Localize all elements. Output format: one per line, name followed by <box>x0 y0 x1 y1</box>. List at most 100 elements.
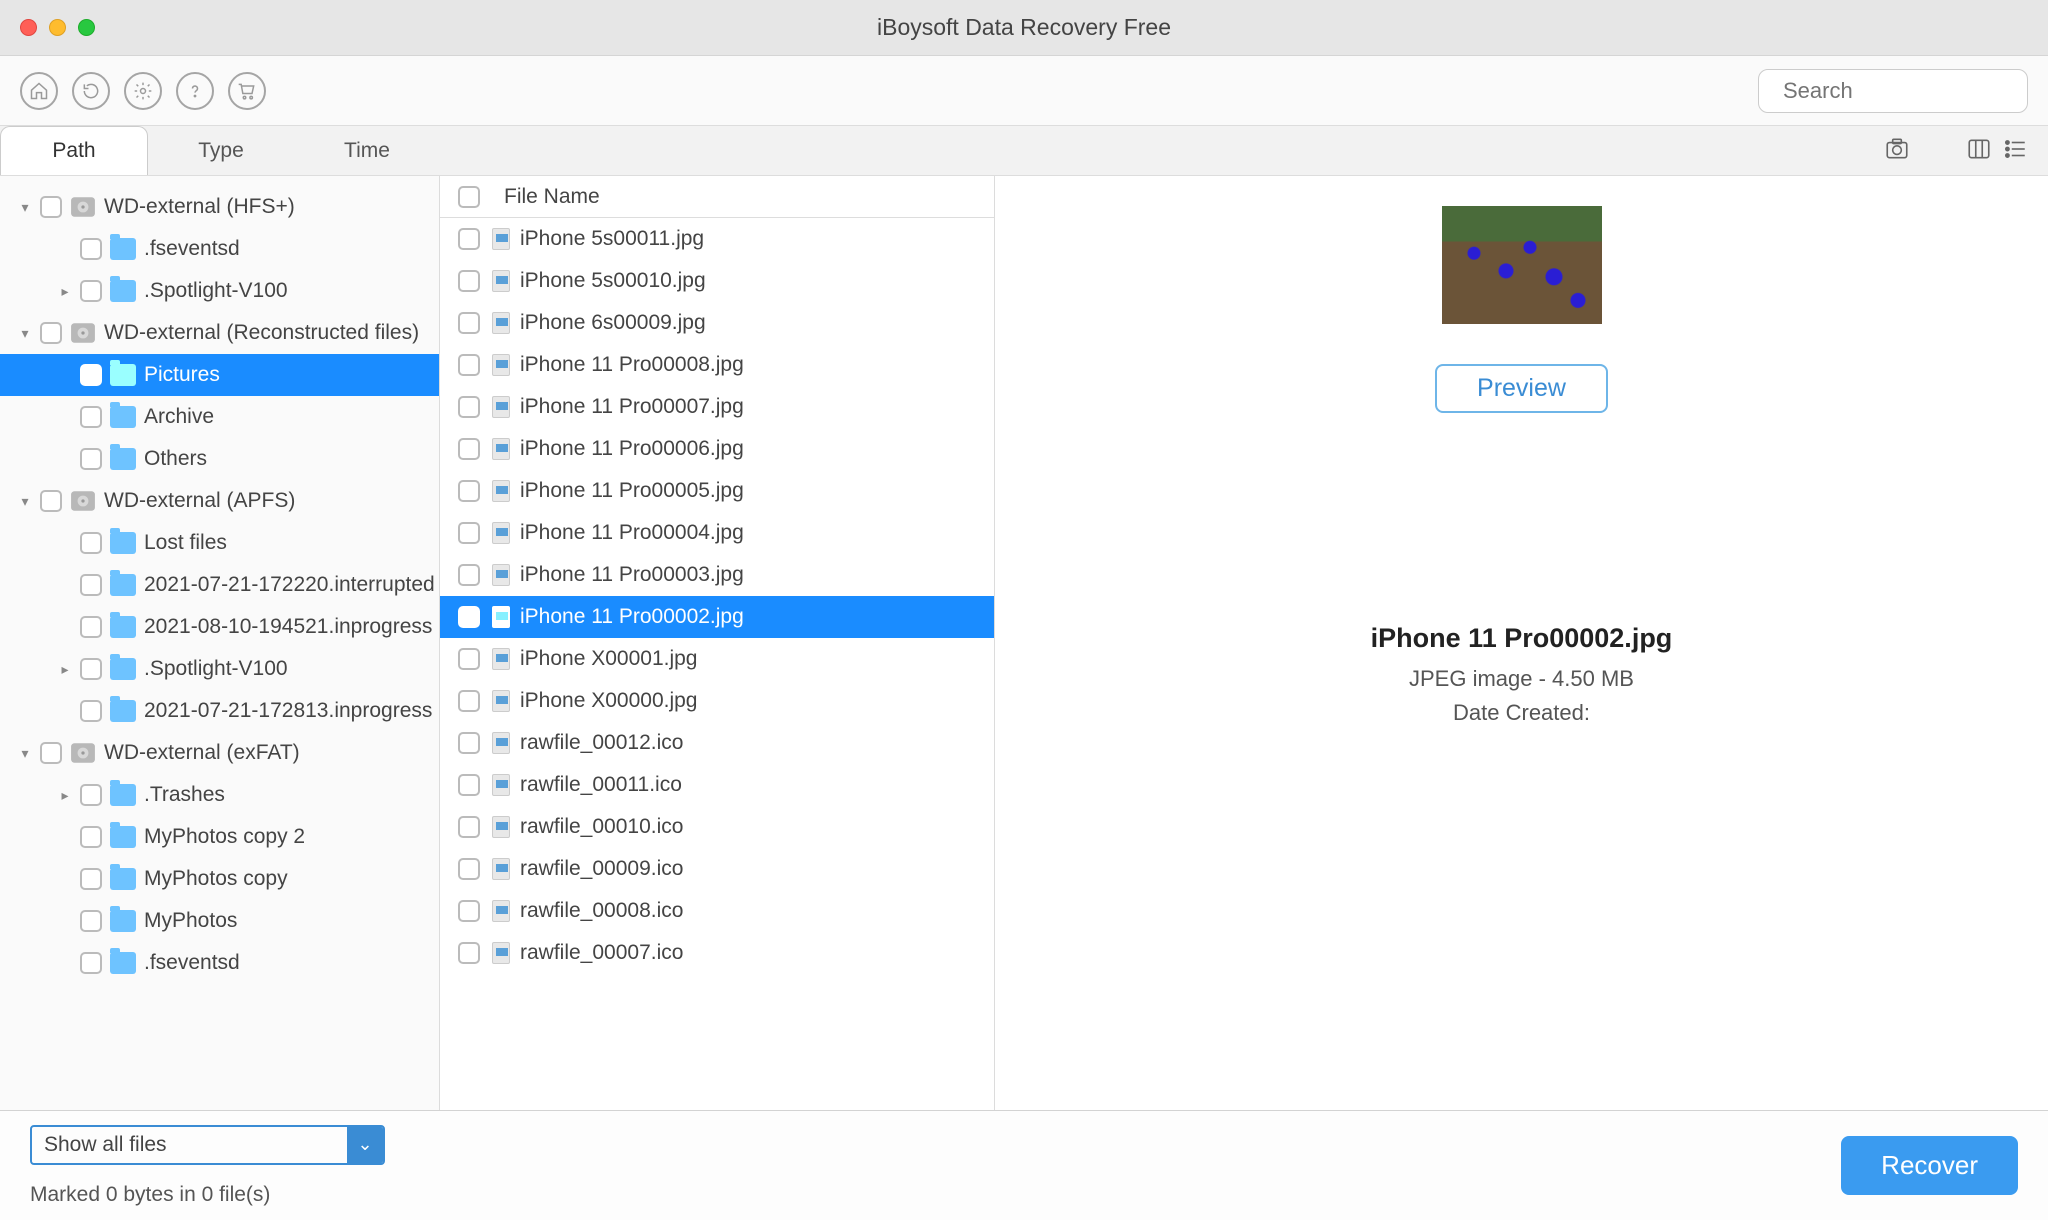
file-list[interactable]: File Name iPhone 5s00011.jpgiPhone 5s000… <box>440 176 995 1110</box>
expand-toggle-icon[interactable]: ▾ <box>10 199 40 216</box>
file-row[interactable]: rawfile_00008.ico <box>440 890 994 932</box>
search-box[interactable] <box>1758 69 2028 113</box>
file-row[interactable]: rawfile_00009.ico <box>440 848 994 890</box>
tree-row[interactable]: ▾WD-external (HFS+) <box>0 186 439 228</box>
file-checkbox[interactable] <box>458 228 480 250</box>
tree-row[interactable]: Archive <box>0 396 439 438</box>
tree-row[interactable]: .fseventsd <box>0 942 439 984</box>
tree-checkbox[interactable] <box>80 280 102 302</box>
tree-checkbox[interactable] <box>80 238 102 260</box>
sidebar[interactable]: ▾WD-external (HFS+).fseventsd▸.Spotlight… <box>0 176 440 1110</box>
file-row[interactable]: rawfile_00010.ico <box>440 806 994 848</box>
file-row[interactable]: iPhone 11 Pro00008.jpg <box>440 344 994 386</box>
tree-row[interactable]: Pictures <box>0 354 439 396</box>
tree-row[interactable]: 2021-07-21-172813.inprogress <box>0 690 439 732</box>
minimize-icon[interactable] <box>49 19 66 36</box>
tree-checkbox[interactable] <box>80 910 102 932</box>
recover-button[interactable]: Recover <box>1841 1136 2018 1195</box>
select-all-checkbox[interactable] <box>458 186 480 208</box>
tree-checkbox[interactable] <box>80 574 102 596</box>
file-checkbox[interactable] <box>458 312 480 334</box>
camera-icon[interactable] <box>1882 136 1912 162</box>
expand-toggle-icon[interactable]: ▾ <box>10 493 40 510</box>
help-button[interactable] <box>176 72 214 110</box>
file-checkbox[interactable] <box>458 522 480 544</box>
file-checkbox[interactable] <box>458 354 480 376</box>
file-row[interactable]: iPhone 11 Pro00007.jpg <box>440 386 994 428</box>
tree-checkbox[interactable] <box>80 784 102 806</box>
file-checkbox[interactable] <box>458 564 480 586</box>
tree-row[interactable]: 2021-07-21-172220.interrupted <box>0 564 439 606</box>
tree-checkbox[interactable] <box>80 364 102 386</box>
maximize-icon[interactable] <box>78 19 95 36</box>
tab-type[interactable]: Type <box>148 126 294 175</box>
file-row[interactable]: iPhone 11 Pro00006.jpg <box>440 428 994 470</box>
file-checkbox[interactable] <box>458 942 480 964</box>
filter-select[interactable]: Show all files ⌄ <box>30 1125 385 1165</box>
expand-toggle-icon[interactable]: ▾ <box>10 745 40 762</box>
file-checkbox[interactable] <box>458 480 480 502</box>
file-row[interactable]: rawfile_00007.ico <box>440 932 994 974</box>
file-row[interactable]: iPhone 5s00010.jpg <box>440 260 994 302</box>
tab-path[interactable]: Path <box>0 126 148 175</box>
file-checkbox[interactable] <box>458 396 480 418</box>
tree-checkbox[interactable] <box>80 406 102 428</box>
file-checkbox[interactable] <box>458 270 480 292</box>
file-checkbox[interactable] <box>458 732 480 754</box>
expand-toggle-icon[interactable]: ▸ <box>50 787 80 804</box>
tree-checkbox[interactable] <box>40 742 62 764</box>
file-row[interactable]: iPhone X00000.jpg <box>440 680 994 722</box>
file-checkbox[interactable] <box>458 648 480 670</box>
tree-row[interactable]: ▾WD-external (exFAT) <box>0 732 439 774</box>
expand-toggle-icon[interactable]: ▾ <box>10 325 40 342</box>
tree-checkbox[interactable] <box>80 616 102 638</box>
tree-row[interactable]: MyPhotos copy <box>0 858 439 900</box>
tree-row[interactable]: ▸.Spotlight-V100 <box>0 648 439 690</box>
file-checkbox[interactable] <box>458 858 480 880</box>
search-input[interactable] <box>1783 78 2048 104</box>
columns-view-icon[interactable] <box>1964 136 1994 162</box>
tree-row[interactable]: MyPhotos copy 2 <box>0 816 439 858</box>
file-row[interactable]: iPhone 11 Pro00002.jpg <box>440 596 994 638</box>
tree-row[interactable]: ▸.Trashes <box>0 774 439 816</box>
tree-checkbox[interactable] <box>80 952 102 974</box>
tree-checkbox[interactable] <box>80 826 102 848</box>
file-checkbox[interactable] <box>458 606 480 628</box>
file-checkbox[interactable] <box>458 816 480 838</box>
tree-checkbox[interactable] <box>40 322 62 344</box>
home-button[interactable] <box>20 72 58 110</box>
tree-row[interactable]: MyPhotos <box>0 900 439 942</box>
tree-checkbox[interactable] <box>80 448 102 470</box>
tree-row[interactable]: ▸.Spotlight-V100 <box>0 270 439 312</box>
tree-row[interactable]: 2021-08-10-194521.inprogress <box>0 606 439 648</box>
file-row[interactable]: iPhone 6s00009.jpg <box>440 302 994 344</box>
file-checkbox[interactable] <box>458 438 480 460</box>
chevron-down-icon[interactable]: ⌄ <box>347 1127 383 1163</box>
tree-row[interactable]: Lost files <box>0 522 439 564</box>
rescan-button[interactable] <box>72 72 110 110</box>
file-checkbox[interactable] <box>458 900 480 922</box>
tree-checkbox[interactable] <box>80 868 102 890</box>
expand-toggle-icon[interactable]: ▸ <box>50 661 80 678</box>
list-view-icon[interactable] <box>2000 136 2030 162</box>
tab-time[interactable]: Time <box>294 126 440 175</box>
tree-checkbox[interactable] <box>40 196 62 218</box>
file-checkbox[interactable] <box>458 774 480 796</box>
tree-row[interactable]: Others <box>0 438 439 480</box>
tree-checkbox[interactable] <box>40 490 62 512</box>
file-row[interactable]: iPhone 11 Pro00003.jpg <box>440 554 994 596</box>
file-row[interactable]: rawfile_00012.ico <box>440 722 994 764</box>
settings-button[interactable] <box>124 72 162 110</box>
tree-checkbox[interactable] <box>80 700 102 722</box>
expand-toggle-icon[interactable]: ▸ <box>50 283 80 300</box>
file-row[interactable]: iPhone 11 Pro00005.jpg <box>440 470 994 512</box>
file-row[interactable]: iPhone 11 Pro00004.jpg <box>440 512 994 554</box>
tree-checkbox[interactable] <box>80 658 102 680</box>
file-row[interactable]: iPhone 5s00011.jpg <box>440 218 994 260</box>
cart-button[interactable] <box>228 72 266 110</box>
tree-row[interactable]: ▾WD-external (Reconstructed files) <box>0 312 439 354</box>
tree-row[interactable]: .fseventsd <box>0 228 439 270</box>
file-row[interactable]: rawfile_00011.ico <box>440 764 994 806</box>
tree-checkbox[interactable] <box>80 532 102 554</box>
preview-button[interactable]: Preview <box>1435 364 1608 413</box>
